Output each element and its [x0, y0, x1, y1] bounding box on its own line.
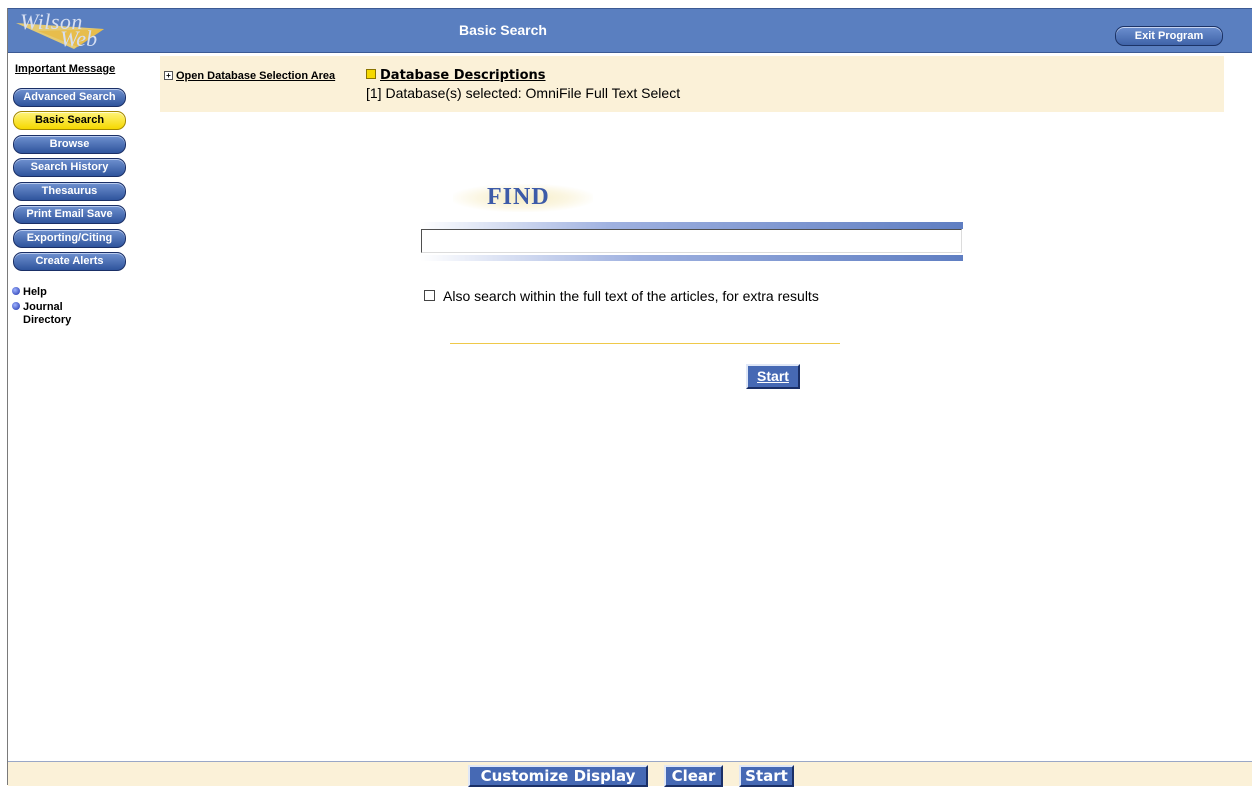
print-email-save-button[interactable]: Print Email Save: [13, 205, 126, 224]
journal-directory-link[interactable]: Journal Directory: [12, 301, 102, 327]
thesaurus-button[interactable]: Thesaurus: [13, 182, 126, 201]
bullet-icon: [12, 287, 20, 295]
find-heading: FIND: [453, 178, 593, 216]
divider: [450, 343, 840, 344]
header-bar: Wilson Web Basic Search Exit Program: [8, 8, 1252, 53]
window-left-border: [7, 8, 8, 785]
fulltext-option[interactable]: Also search within the full text of the …: [424, 288, 819, 304]
open-database-selection-link[interactable]: + Open Database Selection Area: [164, 70, 335, 82]
find-label: FIND: [487, 184, 550, 210]
expand-plus-icon: +: [164, 71, 173, 80]
create-alerts-button[interactable]: Create Alerts: [13, 252, 126, 271]
bottom-toolbar: Customize Display Clear Start: [8, 761, 1252, 787]
databases-selected-text: [1] Database(s) selected: OmniFile Full …: [366, 85, 681, 101]
start-button[interactable]: Start: [746, 364, 800, 389]
bottom-start-button[interactable]: Start: [739, 765, 794, 787]
browse-button[interactable]: Browse: [13, 135, 126, 154]
database-descriptions-label: Database Descriptions: [380, 68, 546, 83]
journal-directory-link-label: Journal Directory: [23, 301, 72, 326]
page-title: Basic Search: [459, 22, 547, 38]
fulltext-checkbox[interactable]: [424, 290, 435, 301]
open-database-selection-label: Open Database Selection Area: [176, 70, 336, 82]
help-link-label: Help: [23, 286, 47, 298]
page: Wilson Web Basic Search Exit Program Imp…: [0, 0, 1252, 787]
find-bar-decoration-top: [420, 222, 963, 229]
basic-search-button[interactable]: Basic Search: [13, 111, 126, 130]
database-descriptions-link[interactable]: Database Descriptions: [366, 68, 546, 83]
clear-button[interactable]: Clear: [664, 765, 723, 787]
find-bar-decoration-bottom: [420, 255, 963, 261]
search-history-button[interactable]: Search History: [13, 158, 126, 177]
yellow-square-icon: [366, 69, 376, 79]
search-input[interactable]: [421, 229, 962, 253]
fulltext-label: Also search within the full text of the …: [443, 288, 819, 304]
important-message-link[interactable]: Important Message: [15, 63, 115, 75]
exit-program-button[interactable]: Exit Program: [1115, 26, 1223, 46]
bullet-icon: [12, 302, 20, 310]
exporting-citing-button[interactable]: Exporting/Citing: [13, 229, 126, 248]
advanced-search-button[interactable]: Advanced Search: [13, 88, 126, 107]
database-bar: + Open Database Selection Area Database D…: [160, 56, 1224, 112]
customize-display-button[interactable]: Customize Display: [468, 765, 648, 787]
help-link[interactable]: Help: [12, 286, 47, 298]
